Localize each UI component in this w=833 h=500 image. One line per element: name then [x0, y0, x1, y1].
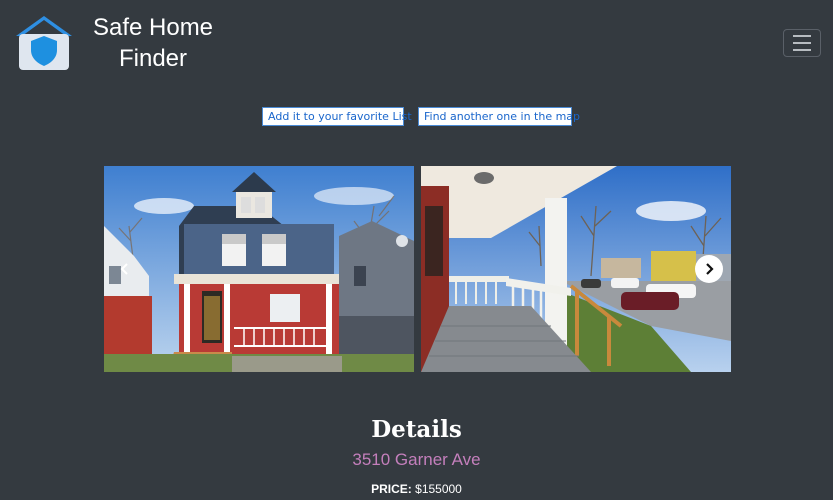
chevron-left-icon	[120, 263, 128, 275]
brand-line-1: Safe Home	[92, 14, 214, 41]
details-heading: Details	[371, 416, 462, 443]
porch-view-photo	[421, 166, 731, 372]
chevron-right-icon	[706, 263, 714, 275]
carousel-slide-porch-view	[421, 166, 731, 372]
house-shield-icon[interactable]	[14, 14, 74, 72]
page: Safe Home Finder Add it to your favorite…	[0, 0, 833, 500]
brand-line-2: Finder	[118, 45, 188, 72]
hamburger-icon-bar-2	[793, 42, 811, 44]
hamburger-icon-bar-3	[793, 49, 811, 51]
house-front-photo	[104, 166, 414, 372]
menu-toggle-button[interactable]	[783, 29, 821, 57]
carousel-prev-button[interactable]	[111, 255, 139, 283]
find-on-map-button[interactable]: Find another one in the map	[418, 107, 580, 126]
brand-title[interactable]: Safe Home Finder	[84, 12, 222, 74]
price-label: PRICE:	[371, 482, 412, 496]
photo-carousel	[104, 166, 731, 372]
property-price: PRICE: $155000	[0, 482, 833, 496]
property-address: 3510 Garner Ave	[352, 450, 481, 469]
add-to-favorites-button[interactable]: Add it to your favorite List	[262, 107, 412, 126]
hamburger-icon-bar-1	[793, 35, 811, 37]
carousel-next-button[interactable]	[695, 255, 723, 283]
carousel-slide-house-front	[104, 166, 414, 372]
price-value: $155000	[415, 482, 462, 496]
